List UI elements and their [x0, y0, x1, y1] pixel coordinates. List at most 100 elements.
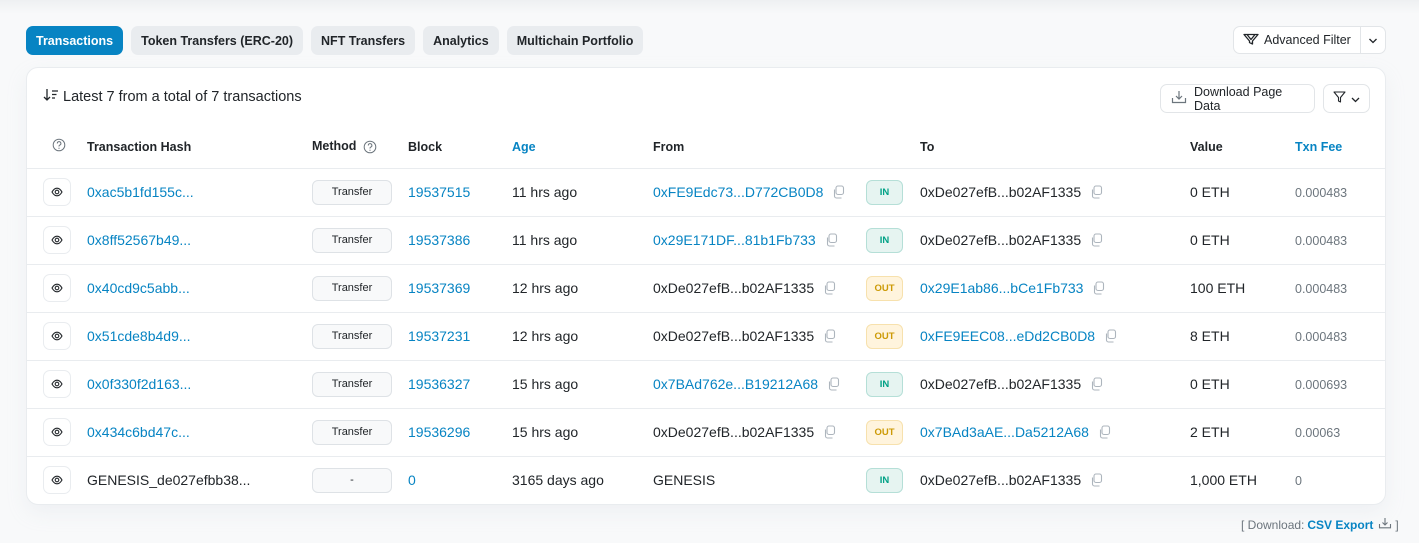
copy-icon[interactable] — [832, 185, 845, 199]
transactions-card: Latest 7 from a total of 7 transactions … — [26, 67, 1386, 505]
method-badge: Transfer — [312, 419, 392, 445]
cell-direction: IN — [866, 168, 920, 217]
preview-button[interactable] — [43, 226, 71, 254]
transaction-hash-link[interactable]: 0xac5b1fd155c... — [87, 184, 194, 200]
filter-dropdown-button[interactable] — [1323, 84, 1370, 113]
transaction-hash-link[interactable]: 0x0f330f2d163... — [87, 376, 191, 392]
copy-icon[interactable] — [827, 377, 840, 391]
to-address[interactable]: 0x29E1ab86...bCe1Fb733 — [920, 280, 1083, 296]
tab-multichain-portfolio[interactable]: Multichain Portfolio — [506, 26, 644, 55]
advanced-filter-label: Advanced Filter — [1264, 33, 1351, 47]
to-address[interactable]: 0xFE9EEC08...eDd2CB0D8 — [920, 328, 1095, 344]
table-row: 0x0f330f2d163... Transfer 19536327 15 hr… — [27, 360, 1385, 409]
direction-badge: IN — [866, 371, 903, 397]
preview-button[interactable] — [43, 370, 71, 398]
download-page-data-button[interactable]: Download Page Data — [1160, 84, 1315, 113]
header-value: Value — [1190, 126, 1295, 169]
eye-icon — [51, 184, 63, 200]
header-block: Block — [408, 126, 512, 169]
copy-icon[interactable] — [1090, 233, 1103, 247]
cell-direction: IN — [866, 360, 920, 409]
tab-analytics[interactable]: Analytics — [423, 26, 499, 55]
cell-fee: 0.000483 — [1295, 168, 1385, 217]
to-address: 0xDe027efB...b02AF1335 — [920, 472, 1082, 489]
advanced-filter-dropdown[interactable] — [1361, 27, 1385, 53]
cell-block: 19537231 — [408, 312, 512, 361]
eye-icon — [51, 232, 63, 248]
cell-hash: 0x51cde8b4d9... — [87, 312, 312, 361]
to-address[interactable]: 0x7BAd3aAE...Da5212A68 — [920, 424, 1089, 440]
copy-icon[interactable] — [1090, 377, 1103, 391]
transaction-hash-link[interactable]: 0x8ff52567b49... — [87, 232, 191, 248]
block-link[interactable]: 19536296 — [408, 424, 470, 440]
cell-to: 0xDe027efB...b02AF1335 — [920, 360, 1190, 409]
block-link[interactable]: 0 — [408, 472, 416, 488]
transaction-hash-link[interactable]: 0x51cde8b4d9... — [87, 328, 191, 344]
table-row: 0x434c6bd47c... Transfer 19536296 15 hrs… — [27, 408, 1385, 457]
csv-download-suffix: ] — [1395, 517, 1399, 532]
cell-to: 0x7BAd3aAE...Da5212A68 — [920, 408, 1190, 457]
cell-method: Transfer — [312, 168, 408, 217]
eye-icon — [51, 424, 63, 440]
copy-icon[interactable] — [823, 281, 836, 295]
from-address[interactable]: 0xFE9Edc73...D772CB0D8 — [653, 184, 823, 200]
block-link[interactable]: 19537386 — [408, 232, 470, 248]
cell-from: 0xFE9Edc73...D772CB0D8 — [653, 168, 866, 217]
preview-button[interactable] — [43, 418, 71, 446]
tab-nft-transfers[interactable]: NFT Transfers — [311, 26, 416, 55]
block-link[interactable]: 19536327 — [408, 376, 470, 392]
preview-button[interactable] — [43, 178, 71, 206]
cell-method: - — [312, 456, 408, 504]
csv-export-link[interactable]: CSV Export — [1307, 518, 1373, 532]
cell-method: Transfer — [312, 264, 408, 313]
cell-preview — [27, 168, 87, 217]
table-row: 0x40cd9c5abb... Transfer 19537369 12 hrs… — [27, 264, 1385, 313]
copy-icon[interactable] — [823, 425, 836, 439]
method-badge: Transfer — [312, 323, 392, 349]
cell-hash: GENESIS_de027efbb38... — [87, 456, 312, 504]
cell-to: 0x29E1ab86...bCe1Fb733 — [920, 264, 1190, 313]
table-row: 0x51cde8b4d9... Transfer 19537231 12 hrs… — [27, 312, 1385, 361]
transaction-hash-link[interactable]: 0x434c6bd47c... — [87, 424, 190, 440]
block-link[interactable]: 19537231 — [408, 328, 470, 344]
header-txn-fee[interactable]: Txn Fee — [1295, 126, 1385, 169]
from-address: 0xDe027efB...b02AF1335 — [653, 328, 815, 344]
table-header-row: Transaction Hash Method Block Age From T… — [27, 126, 1385, 169]
table-row: GENESIS_de027efbb38... - 0 3165 days ago… — [27, 456, 1385, 504]
cell-from: 0x7BAd762e...B19212A68 — [653, 360, 866, 409]
tab-transactions[interactable]: Transactions — [26, 26, 124, 55]
cell-fee: 0.00063 — [1295, 408, 1385, 457]
preview-button[interactable] — [43, 466, 71, 495]
preview-button[interactable] — [43, 274, 71, 302]
copy-icon[interactable] — [1090, 473, 1103, 487]
block-link[interactable]: 19537369 — [408, 280, 470, 296]
cell-fee: 0.000483 — [1295, 216, 1385, 265]
direction-badge: OUT — [866, 419, 903, 445]
direction-badge: IN — [866, 467, 903, 493]
cell-age: 12 hrs ago — [512, 264, 653, 313]
copy-icon[interactable] — [825, 233, 838, 247]
copy-icon[interactable] — [823, 329, 836, 343]
transaction-hash-link[interactable]: 0x40cd9c5abb... — [87, 280, 190, 296]
copy-icon[interactable] — [1090, 185, 1103, 199]
advanced-filter-button[interactable]: Advanced Filter — [1234, 27, 1361, 53]
preview-button[interactable] — [43, 322, 71, 350]
sort-icon — [43, 88, 59, 106]
txn-fee: 0.000483 — [1295, 330, 1348, 344]
question-circle-icon[interactable] — [363, 140, 377, 154]
csv-download-prefix: [ Download: — [1241, 517, 1305, 532]
cell-value: 8 ETH — [1190, 312, 1295, 361]
block-link[interactable]: 19537515 — [408, 184, 470, 200]
header-age[interactable]: Age — [512, 126, 653, 169]
copy-icon[interactable] — [1092, 281, 1105, 295]
cell-block: 19536296 — [408, 408, 512, 457]
copy-icon[interactable] — [1104, 329, 1117, 343]
header-method: Method — [312, 126, 408, 169]
from-address[interactable]: 0x29E171DF...81b1Fb733 — [653, 232, 816, 248]
question-circle-icon[interactable] — [43, 138, 66, 155]
tab-token-transfers[interactable]: Token Transfers (ERC-20) — [131, 26, 304, 55]
txn-fee: 0.000483 — [1295, 186, 1348, 200]
copy-icon[interactable] — [1098, 425, 1111, 439]
from-address[interactable]: 0x7BAd762e...B19212A68 — [653, 376, 818, 392]
to-address: 0xDe027efB...b02AF1335 — [920, 184, 1082, 200]
